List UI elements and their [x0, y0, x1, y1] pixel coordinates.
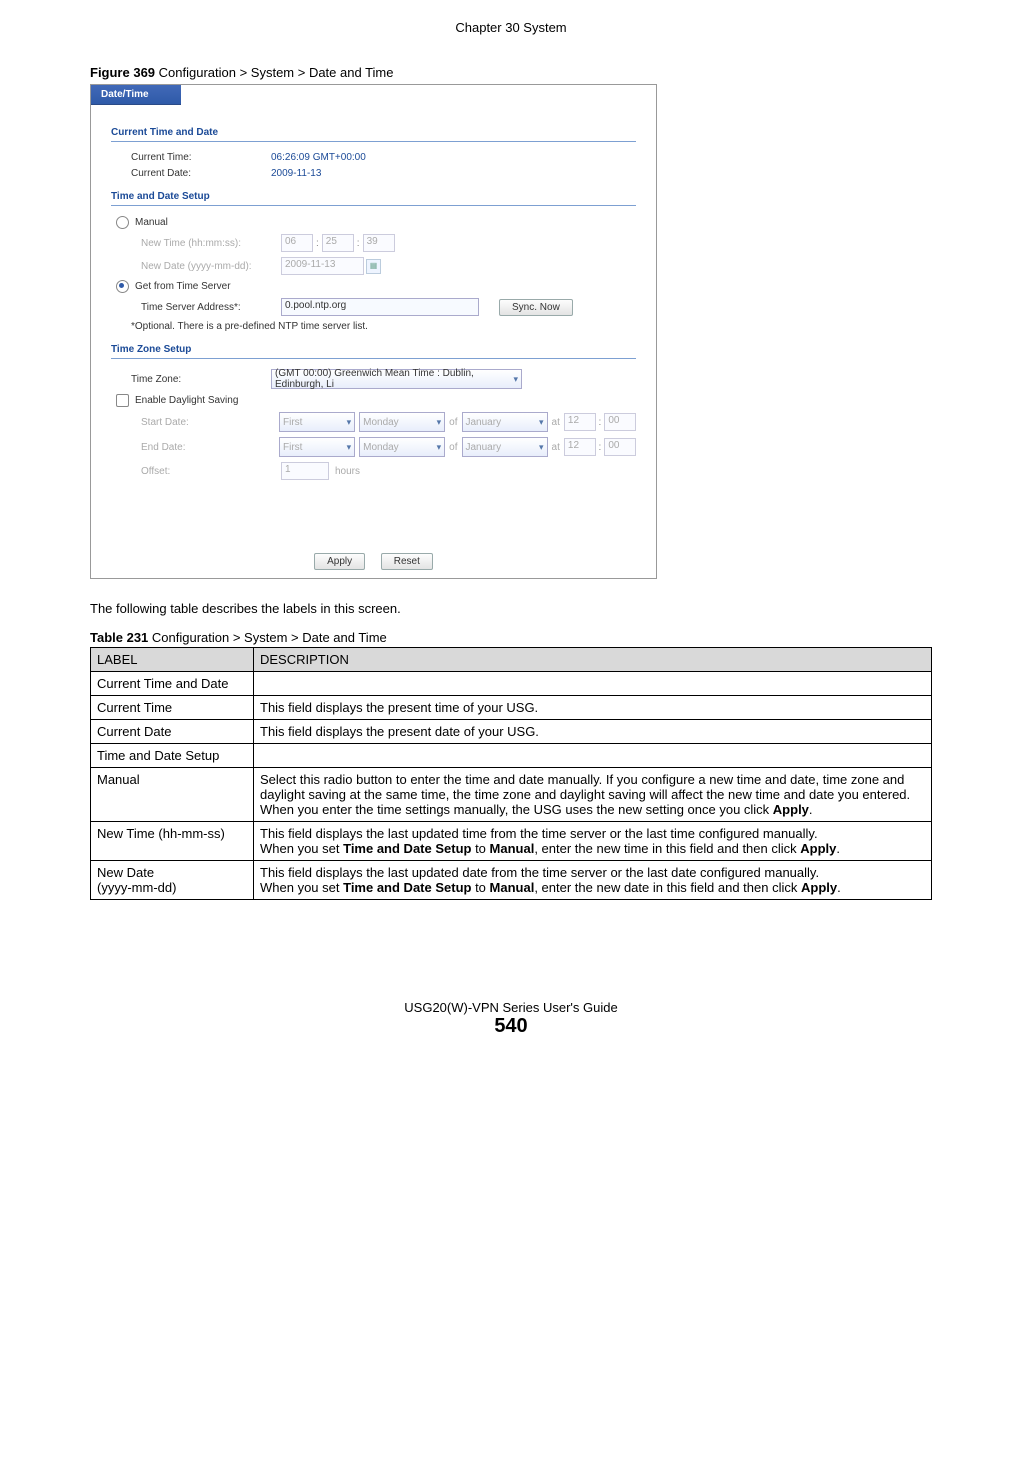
cell-label: Current Time [91, 696, 254, 720]
screenshot-panel: Date/Time Current Time and Date Current … [90, 84, 657, 579]
new-time-ss[interactable]: 39 [363, 234, 395, 252]
reset-button[interactable]: Reset [381, 553, 433, 570]
table-row: ManualSelect this radio button to enter … [91, 768, 932, 822]
end-hour[interactable]: 12 [564, 438, 596, 456]
page-number: 540 [90, 1015, 932, 1038]
th-label: LABEL [91, 648, 254, 672]
cell-label: Current Time and Date [91, 672, 254, 696]
section-time-date-setup: Time and Date Setup [111, 187, 636, 206]
figure-title: Configuration > System > Date and Time [155, 65, 393, 80]
table-title: Configuration > System > Date and Time [148, 630, 386, 645]
calendar-icon[interactable]: ▦ [366, 259, 381, 274]
end-month-select[interactable]: January [462, 437, 548, 457]
at-text-1: at [552, 417, 560, 428]
table-row: Time and Date Setup [91, 744, 932, 768]
description-table: LABEL DESCRIPTION Current Time and DateC… [90, 647, 932, 900]
chapter-header: Chapter 30 System [90, 20, 932, 35]
checkbox-dst[interactable] [116, 394, 129, 407]
cell-label: New Time (hh-mm-ss) [91, 822, 254, 861]
radio-get-from-server[interactable] [116, 280, 129, 293]
manual-label: Manual [135, 217, 168, 228]
current-date-value: 2009-11-13 [271, 168, 321, 179]
cell-desc [254, 744, 932, 768]
end-day-select[interactable]: Monday [359, 437, 445, 457]
cell-desc: This field displays the last updated dat… [254, 861, 932, 900]
current-date-label: Current Date: [111, 168, 271, 179]
dst-label: Enable Daylight Saving [135, 395, 238, 406]
new-date-input[interactable]: 2009-11-13 [281, 257, 364, 275]
cell-desc: This field displays the present date of … [254, 720, 932, 744]
offset-label: Offset: [111, 466, 281, 477]
table-row: New Date(yyyy-mm-dd)This field displays … [91, 861, 932, 900]
cell-label: New Date(yyyy-mm-dd) [91, 861, 254, 900]
timezone-label: Time Zone: [111, 374, 271, 385]
start-week-select[interactable]: First [279, 412, 355, 432]
time-server-label: Time Server Address*: [111, 302, 281, 313]
sync-now-button[interactable]: Sync. Now [499, 299, 573, 316]
cell-label: Current Date [91, 720, 254, 744]
table-row: Current Time and Date [91, 672, 932, 696]
section-current-time-date: Current Time and Date [111, 123, 636, 142]
optional-note: *Optional. There is a pre-defined NTP ti… [111, 321, 636, 332]
page-footer: USG20(W)-VPN Series User's Guide 540 [90, 1000, 932, 1038]
cell-desc: Select this radio button to enter the ti… [254, 768, 932, 822]
new-time-label: New Time (hh:mm:ss): [111, 238, 281, 249]
radio-manual[interactable] [116, 216, 129, 229]
get-from-server-label: Get from Time Server [135, 281, 231, 292]
body-text: The following table describes the labels… [90, 601, 932, 616]
start-min[interactable]: 00 [604, 413, 636, 431]
time-server-input[interactable]: 0.pool.ntp.org [281, 298, 479, 316]
section-timezone-setup: Time Zone Setup [111, 340, 636, 359]
table-row: Current DateThis field displays the pres… [91, 720, 932, 744]
end-min[interactable]: 00 [604, 438, 636, 456]
cell-desc: This field displays the present time of … [254, 696, 932, 720]
end-date-label: End Date: [111, 442, 279, 453]
table-number: Table 231 [90, 630, 148, 645]
start-date-label: Start Date: [111, 417, 279, 428]
end-week-select[interactable]: First [279, 437, 355, 457]
new-time-hh[interactable]: 06 [281, 234, 313, 252]
apply-button[interactable]: Apply [314, 553, 365, 570]
offset-input[interactable]: 1 [281, 462, 329, 480]
tab-datetime[interactable]: Date/Time [91, 85, 181, 105]
new-date-label: New Date (yyyy-mm-dd): [111, 261, 281, 272]
start-hour[interactable]: 12 [564, 413, 596, 431]
footer-guide: USG20(W)-VPN Series User's Guide [90, 1000, 932, 1015]
current-time-value: 06:26:09 GMT+00:00 [271, 152, 366, 163]
of-text-1: of [449, 417, 457, 428]
new-time-mm[interactable]: 25 [322, 234, 354, 252]
of-text-2: of [449, 442, 457, 453]
at-text-2: at [552, 442, 560, 453]
cell-desc: This field displays the last updated tim… [254, 822, 932, 861]
figure-number: Figure 369 [90, 65, 155, 80]
start-month-select[interactable]: January [462, 412, 548, 432]
cell-label: Time and Date Setup [91, 744, 254, 768]
cell-desc [254, 672, 932, 696]
table-row: Current TimeThis field displays the pres… [91, 696, 932, 720]
table-caption: Table 231 Configuration > System > Date … [90, 630, 932, 645]
table-row: New Time (hh-mm-ss)This field displays t… [91, 822, 932, 861]
th-desc: DESCRIPTION [254, 648, 932, 672]
current-time-label: Current Time: [111, 152, 271, 163]
start-day-select[interactable]: Monday [359, 412, 445, 432]
timezone-select[interactable]: (GMT 00:00) Greenwich Mean Time : Dublin… [271, 369, 522, 389]
offset-unit: hours [335, 466, 360, 477]
figure-caption: Figure 369 Configuration > System > Date… [90, 65, 932, 80]
cell-label: Manual [91, 768, 254, 822]
